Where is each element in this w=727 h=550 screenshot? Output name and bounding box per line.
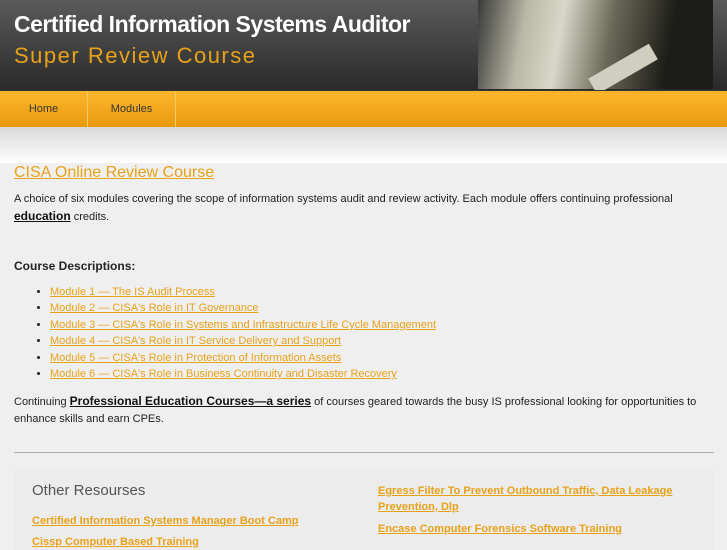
nav-modules[interactable]: Modules: [88, 91, 176, 128]
nav-shadow: [0, 127, 727, 163]
continuing-paragraph: Continuing Professional Education Course…: [14, 393, 714, 428]
main-content: CISA Online Review Course A choice of si…: [14, 164, 714, 428]
module-5-link[interactable]: Module 5 — CISA's Role in Protection of …: [50, 352, 341, 364]
intro-text: A choice of six modules covering the sco…: [14, 193, 673, 205]
module-3-link[interactable]: Module 3 — CISA's Role in Systems and In…: [50, 319, 436, 331]
module-2-link[interactable]: Module 2 — CISA's Role in IT Governance: [50, 302, 259, 314]
list-item: Module 6 — CISA's Role in Business Conti…: [50, 366, 714, 382]
list-item: Module 3 — CISA's Role in Systems and In…: [50, 317, 714, 333]
resource-link[interactable]: Cissp Computer Based Training: [32, 534, 199, 550]
page-title-link[interactable]: CISA Online Review Course: [14, 164, 214, 181]
resource-link[interactable]: Egress Filter To Prevent Outbound Traffi…: [378, 483, 678, 515]
cont-pre: Continuing: [14, 396, 70, 409]
module-list: Module 1 — The IS Audit Process Module 2…: [50, 284, 714, 382]
intro-paragraph: A choice of six modules covering the sco…: [14, 191, 714, 226]
nav-home[interactable]: Home: [0, 91, 88, 128]
main-nav: Home Modules: [0, 90, 727, 128]
list-item: Module 2 — CISA's Role in IT Governance: [50, 300, 714, 316]
module-6-link[interactable]: Module 6 — CISA's Role in Business Conti…: [50, 368, 397, 380]
module-1-link[interactable]: Module 1 — The IS Audit Process: [50, 286, 215, 298]
intro-tail: credits.: [70, 211, 110, 223]
list-item: Module 4 — CISA's Role in IT Service Del…: [50, 333, 714, 349]
resource-link[interactable]: Encase Computer Forensics Software Train…: [378, 521, 622, 537]
education-link[interactable]: education: [14, 209, 71, 223]
header-book-image: [478, 0, 713, 89]
site-subtitle: Super Review Course: [14, 43, 257, 68]
site-title: Certified Information Systems Auditor: [14, 11, 410, 37]
resource-link[interactable]: Certified Information Systems Manager Bo…: [32, 513, 299, 529]
other-resources: Other Resourses Certified Information Sy…: [14, 470, 714, 550]
module-4-link[interactable]: Module 4 — CISA's Role in IT Service Del…: [50, 335, 341, 347]
list-item: Module 5 — CISA's Role in Protection of …: [50, 350, 714, 366]
list-item: Module 1 — The IS Audit Process: [50, 284, 714, 300]
resources-heading: Other Resourses: [32, 482, 146, 499]
site-header: Certified Information Systems Auditor Su…: [0, 0, 727, 90]
course-descriptions-heading: Course Descriptions:: [14, 259, 136, 273]
professional-education-link[interactable]: Professional Education Courses—a series: [70, 394, 311, 408]
divider: [14, 452, 714, 453]
